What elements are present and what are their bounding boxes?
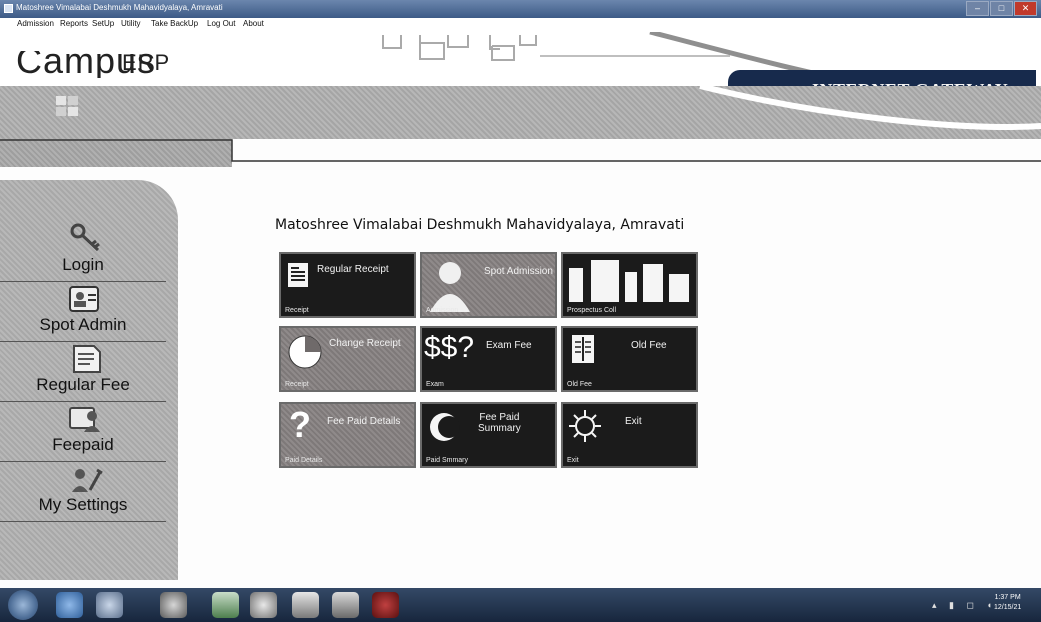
bar-chart-icon [569,260,689,302]
ie-icon[interactable] [56,592,83,618]
tile-title: Old Fee [631,340,667,351]
page-title: Matoshree Vimalabai Deshmukh Mahavidyala… [275,217,685,233]
clock-date: 12/15/21 [994,604,1022,611]
moon-icon [430,413,460,441]
close-button[interactable]: ✕ [1014,1,1037,16]
tile-spot-admission[interactable]: Spot Admission Admission [420,252,557,318]
tools-icon [72,468,103,492]
system-tray-icons[interactable]: ▴ ▮ ◻ ◖ [932,600,997,611]
menu-admission[interactable]: Admission [17,19,54,28]
sidebar-item-feepaid[interactable]: Feepaid [0,402,166,462]
tile-exit[interactable]: Exit Exit [561,402,698,468]
sun-icon [569,410,601,442]
tile-subtitle: Receipt [285,381,309,388]
person-icon [430,262,470,312]
question-icon: ? [289,404,311,445]
tile-subtitle: Receipt [285,307,309,314]
sidebar-item-label: Login [62,255,104,274]
tile-exam-fee[interactable]: $$? Exam Fee Exam [420,326,557,392]
tile-fee-paid-details[interactable]: ? Fee Paid Details Paid Details [279,402,416,468]
tile-title: Fee Paid Summary [478,412,521,434]
tile-title: Regular Receipt [317,264,389,275]
tile-title: Exam Fee [486,340,532,351]
menu-utility[interactable]: Utility [121,19,141,28]
sidebar-item-regular-fee[interactable]: Regular Fee [0,342,166,402]
chrome-icon[interactable] [160,592,187,618]
tile-title: Spot Admission [484,266,553,277]
book-icon [572,335,594,363]
window-controls: – □ ✕ [965,1,1037,16]
tile-title: Exit [625,416,642,427]
banner [0,86,1041,176]
erp-icon[interactable] [372,592,399,618]
tile-subtitle: Paid Smmary [426,457,469,464]
media-player-icon[interactable] [96,592,123,618]
tile-fee-paid-summary[interactable]: Fee Paid Summary Paid Smmary [420,402,557,468]
sidebar-item-my-settings[interactable]: My Settings [0,462,166,522]
menu-bar: Admission Reports SetUp Utility Take Bac… [0,18,1041,32]
banner-decoration [0,86,1041,162]
tile-prospectus-coll[interactable]: Prospectus Coll [561,252,698,318]
sidebar-item-login[interactable]: Login [0,222,166,282]
tile-subtitle: Old Fee [567,381,592,388]
menu-about[interactable]: About [243,19,264,28]
tile-change-receipt[interactable]: Change Receipt Receipt [279,326,416,392]
tile-subtitle: Exit [567,457,579,464]
key-icon [70,223,100,252]
sidebar: Login Spot Admin Regular Fee Feepaid My … [0,180,178,580]
document-icon [73,345,101,373]
sidebar-item-label: My Settings [38,495,128,514]
app-window: Matoshree Vimalabai Deshmukh Mahavidyala… [0,0,1041,622]
sidebar-item-spot-admin[interactable]: Spot Admin [0,282,166,342]
receipt-icon [288,263,308,287]
tile-subtitle: Admission [426,307,459,314]
tile-subtitle: Exam [426,381,444,388]
sidebar-item-label: Feepaid [52,435,114,454]
tile-subtitle: Prospectus Coll [567,307,617,314]
tile-subtitle: Paid Details [285,457,323,464]
menu-setup[interactable]: SetUp [92,19,114,28]
browser-icon[interactable] [250,592,277,618]
tile-old-fee[interactable]: Old Fee Old Fee [561,326,698,392]
menu-reports[interactable]: Reports [60,19,88,28]
pie-icon [288,335,322,369]
menu-take-backup[interactable]: Take BackUp [151,19,198,28]
excel-icon[interactable] [212,592,239,618]
clock[interactable]: 1:37 PM 12/15/21 [994,593,1021,613]
start-button[interactable] [8,590,38,620]
taskbar: ▴ ▮ ◻ ◖ 1:37 PM 12/15/21 [0,588,1041,622]
dollar-icon: $$? [424,331,475,364]
minimize-button[interactable]: – [966,1,989,16]
maximize-button[interactable]: □ [990,1,1013,16]
users-icon [69,407,100,432]
tile-title: Fee Paid Details [327,416,401,427]
id-card-icon [69,286,99,312]
tile-title: Change Receipt [329,338,401,349]
paint-icon[interactable] [332,592,359,618]
notes-icon[interactable] [292,592,319,618]
logo-erp: ERP [122,50,171,75]
menu-log-out[interactable]: Log Out [207,19,235,28]
sidebar-item-label: Spot Admin [39,315,127,334]
clock-time: 1:37 PM [994,594,1021,601]
title-bar: Matoshree Vimalabai Deshmukh Mahavidyala… [0,0,1041,18]
tile-regular-receipt[interactable]: Regular Receipt Receipt [279,252,416,318]
sidebar-item-label: Regular Fee [36,375,130,394]
app-icon [4,4,13,13]
window-title: Matoshree Vimalabai Deshmukh Mahavidyala… [16,3,223,12]
